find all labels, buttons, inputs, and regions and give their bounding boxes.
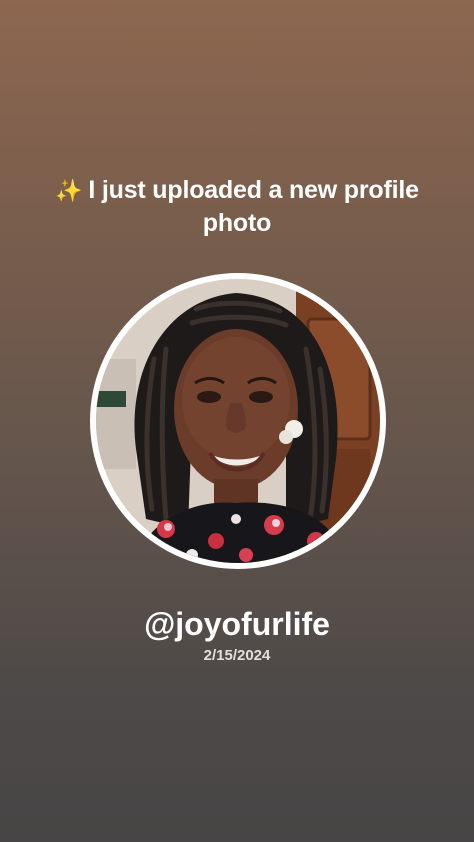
announcement-label: I just uploaded a new profile photo — [88, 176, 419, 237]
story-screen: ✨ I just uploaded a new profile photo @j… — [0, 0, 474, 842]
upload-date: 2/15/2024 — [203, 647, 271, 664]
profile-handle[interactable]: @joyofurlife — [0, 604, 474, 644]
profile-photo-frame[interactable] — [90, 273, 386, 569]
profile-photo[interactable] — [96, 279, 380, 563]
profile-photo-illustration — [96, 279, 380, 563]
announcement-text: ✨ I just uploaded a new profile photo — [40, 174, 434, 239]
sparkle-icon: ✨ — [55, 178, 83, 203]
